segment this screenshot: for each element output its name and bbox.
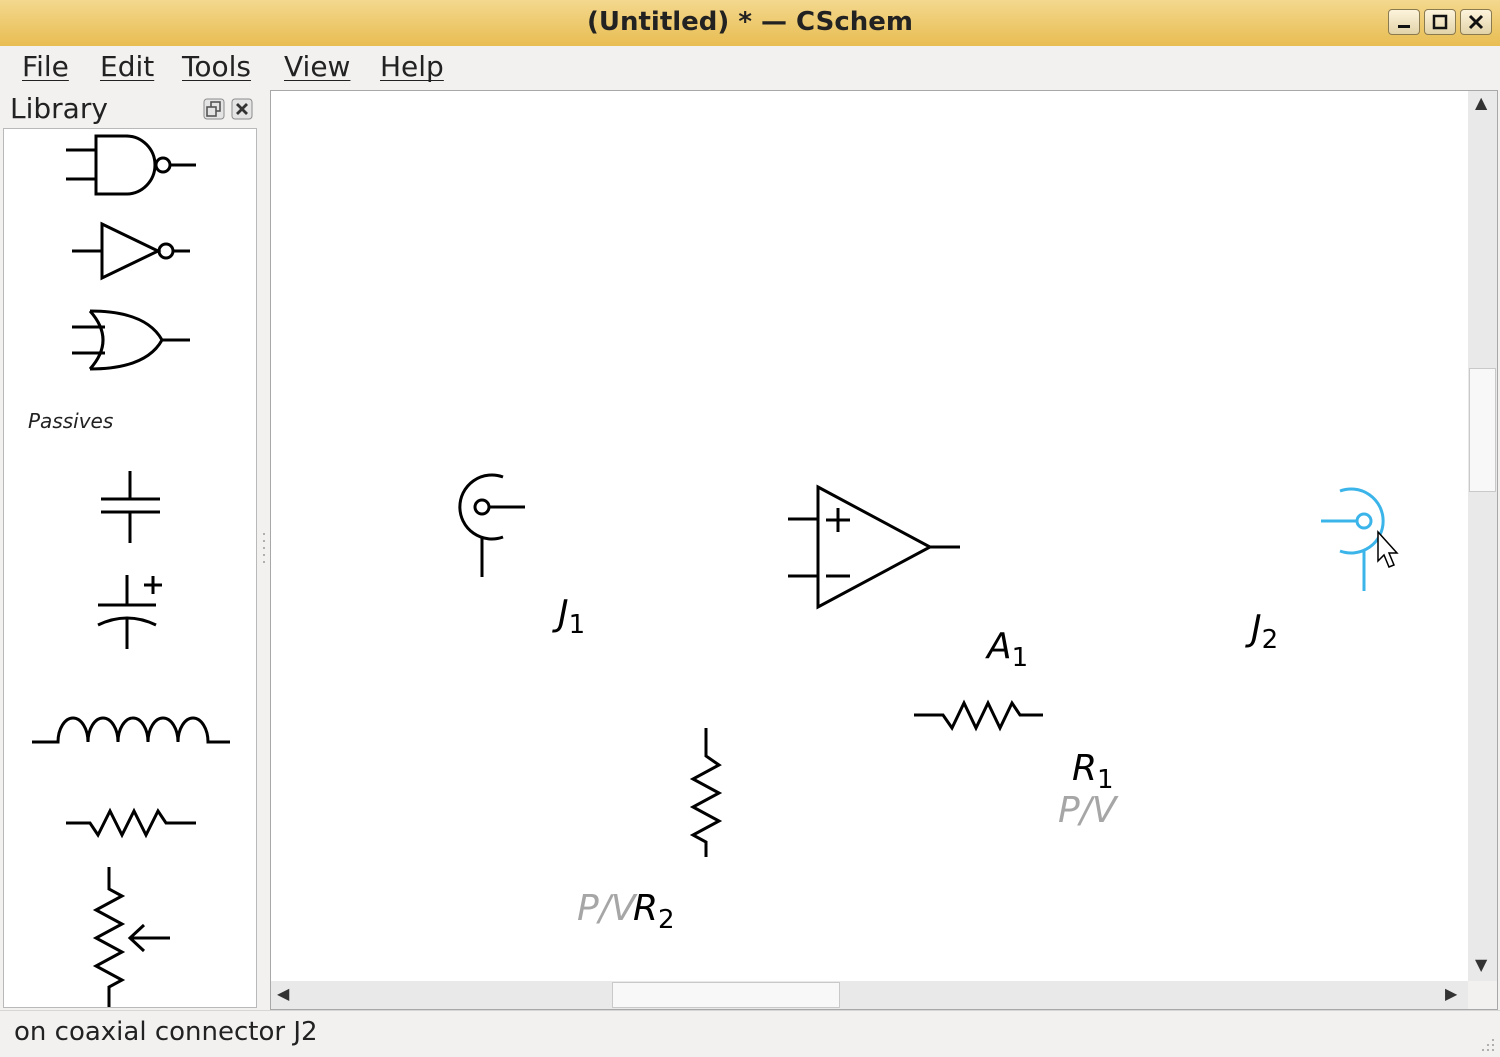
- menu-tools[interactable]: Tools: [182, 50, 251, 83]
- ref-label-a1: A1: [985, 626, 1028, 673]
- dock-splitter-handle[interactable]: [262, 530, 266, 570]
- resize-grip-icon[interactable]: [1480, 1037, 1496, 1053]
- minimize-icon: [1398, 25, 1410, 28]
- float-dock-button[interactable]: [203, 98, 225, 120]
- scroll-corner: [1468, 981, 1497, 1009]
- ref-label-j1: J1: [552, 593, 585, 640]
- menu-help[interactable]: Help: [380, 50, 444, 83]
- value-label-r2: P/V: [577, 888, 638, 929]
- close-dock-button[interactable]: [231, 98, 253, 120]
- menu-bar: File Edit Tools View Help: [0, 46, 1500, 90]
- scroll-left-icon[interactable]: ◀: [277, 984, 289, 1003]
- horizontal-scrollbar[interactable]: ◀ ▶: [271, 981, 1468, 1009]
- coaxial-connector-j2[interactable]: [1321, 487, 1385, 591]
- close-button[interactable]: [1460, 9, 1492, 35]
- window-controls: [1388, 9, 1492, 35]
- mouse-cursor-icon: [1377, 530, 1399, 568]
- scroll-right-icon[interactable]: ▶: [1445, 984, 1457, 1003]
- title-bar: (Untitled) * — CSchem: [0, 0, 1500, 47]
- menu-edit[interactable]: Edit: [100, 50, 154, 83]
- maximize-button[interactable]: [1424, 9, 1456, 35]
- maximize-icon: [1432, 14, 1448, 30]
- capacitor-icon[interactable]: [96, 469, 166, 545]
- close-icon: [1468, 14, 1484, 30]
- ref-label-r2: R2: [633, 888, 675, 935]
- library-panel: Passives: [3, 128, 257, 1008]
- inductor-icon[interactable]: [30, 707, 232, 751]
- coaxial-connector-j1[interactable]: [458, 473, 525, 577]
- schematic-drawing[interactable]: J1 A1 J2 R1 P/V P/V R2: [271, 91, 1468, 981]
- potentiometer-icon[interactable]: [88, 865, 178, 1008]
- resistor-r1[interactable]: [914, 699, 1043, 732]
- vertical-scrollbar[interactable]: ▲ ▼: [1468, 91, 1497, 981]
- polarized-capacitor-icon[interactable]: [94, 573, 174, 653]
- minimize-button[interactable]: [1388, 9, 1420, 35]
- resistor-r2[interactable]: [689, 728, 723, 857]
- status-text: on coaxial connector J2: [14, 1017, 318, 1047]
- library-title: Library: [10, 92, 108, 125]
- passives-caption: Passives: [28, 409, 114, 433]
- menu-view[interactable]: View: [284, 50, 350, 83]
- vertical-scroll-thumb[interactable]: [1469, 368, 1496, 492]
- op-amp-a1[interactable]: [788, 484, 960, 610]
- nand-gate-icon[interactable]: [64, 133, 199, 199]
- not-gate-icon[interactable]: [70, 221, 195, 281]
- resistor-icon[interactable]: [64, 805, 199, 841]
- scroll-up-icon[interactable]: ▲: [1475, 93, 1487, 112]
- horizontal-scroll-thumb[interactable]: [612, 982, 840, 1008]
- menu-file[interactable]: File: [22, 50, 69, 83]
- status-bar: on coaxial connector J2: [0, 1010, 1500, 1057]
- window-title: (Untitled) * — CSchem: [586, 7, 913, 37]
- scroll-down-icon[interactable]: ▼: [1475, 955, 1487, 974]
- ref-label-r1: R1: [1072, 748, 1114, 795]
- value-label-r1: P/V: [1058, 790, 1119, 831]
- ref-label-j2: J2: [1245, 608, 1278, 655]
- or-gate-icon[interactable]: [70, 307, 195, 373]
